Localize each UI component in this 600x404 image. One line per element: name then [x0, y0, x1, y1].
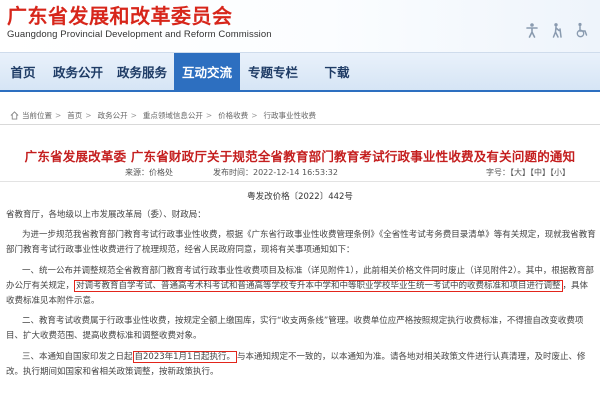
nav-item-gov-affairs[interactable]: 政务公开	[46, 53, 110, 90]
accessibility-person-icon[interactable]	[524, 22, 540, 38]
breadcrumb-home[interactable]: 首页	[67, 110, 82, 121]
article-body: 省教育厅，各地级以上市发展改革局（委）、财政局： 为进一步规范我省教育部门教育考…	[6, 208, 596, 385]
main-nav: 首页 政务公开 政务服务 互动交流 专题专栏 下载	[0, 52, 600, 92]
nav-item-download[interactable]: 下载	[306, 53, 368, 90]
nav-item-home[interactable]: 首页	[0, 53, 46, 90]
breadcrumb-key-areas[interactable]: 重点领域信息公开	[143, 110, 203, 121]
site-logo[interactable]: 广东省发展和改革委员会 Guangdong Provincial Develop…	[7, 4, 272, 41]
breadcrumb-gov-affairs[interactable]: 政务公开	[98, 110, 128, 121]
article-meta: 来源：价格处 发布时间：2022-12-14 16:53:32 字号：【大】【中…	[0, 164, 600, 182]
article-date: 发布时间：2022-12-14 16:53:32	[213, 168, 338, 177]
doc-number: 粤发改价格〔2022〕442号	[247, 192, 353, 202]
font-size-selector[interactable]: 字号：【大】【中】【小】	[486, 167, 570, 178]
breadcrumb-price-fees[interactable]: 价格收费	[218, 110, 248, 121]
site-name-cn: 广东省发展和改革委员会	[7, 4, 233, 28]
site-header: 广东省发展和改革委员会 Guangdong Provincial Develop…	[0, 0, 600, 52]
nav-item-topics[interactable]: 专题专栏	[240, 53, 306, 90]
paragraph-3: 二、教育考试收费属于行政事业性收费，按规定全额上缴国库，实行“收支两条线”管理。…	[6, 316, 584, 342]
paragraph-2: 一、统一公布并调整规范全省教育部门教育考试行政事业性收费项目及标准（详见附件1）…	[6, 265, 594, 307]
breadcrumb-admin-fees[interactable]: 行政事业性收费	[263, 110, 316, 121]
salutation: 省教育厅，各地级以上市发展改革局（委）、财政局：	[6, 210, 206, 220]
breadcrumb: 当前位置 > 首页 > 政务公开 > 重点领域信息公开 > 价格收费 > 行政事业性收费	[0, 106, 600, 124]
wheelchair-icon[interactable]	[574, 22, 590, 38]
article-title: 广东省发展改革委 广东省财政厅关于规范全省教育部门教育考试行政事业性收费及有关问…	[24, 149, 576, 164]
site-name-en: Guangdong Provincial Development and Ref…	[7, 29, 272, 40]
paragraph-1: 为进一步规范我省教育部门教育考试行政事业性收费，根据《广东省行政事业性收费管理条…	[6, 230, 596, 256]
effective-date-highlight: 自2023年1月1日起执行。	[132, 350, 237, 363]
nav-item-gov-services[interactable]: 政务服务	[110, 53, 174, 90]
nav-item-interaction[interactable]: 互动交流	[174, 53, 240, 90]
breadcrumb-label: 当前位置	[22, 110, 52, 120]
article-source: 来源：价格处	[125, 168, 173, 177]
accessibility-tools	[524, 22, 590, 38]
elderly-icon[interactable]	[549, 22, 565, 38]
highlight-box: 对调考教育自学考试、普通高考术科考试和普通高等学校专升本中学和中等职业学校毕业生…	[74, 279, 563, 292]
divider	[0, 124, 600, 125]
paragraph-4: 三、本通知自国家印发之日起 自2023年1月1日起执行。 与本通知规定不一致的，以本…	[6, 350, 586, 377]
home-icon	[10, 110, 19, 120]
